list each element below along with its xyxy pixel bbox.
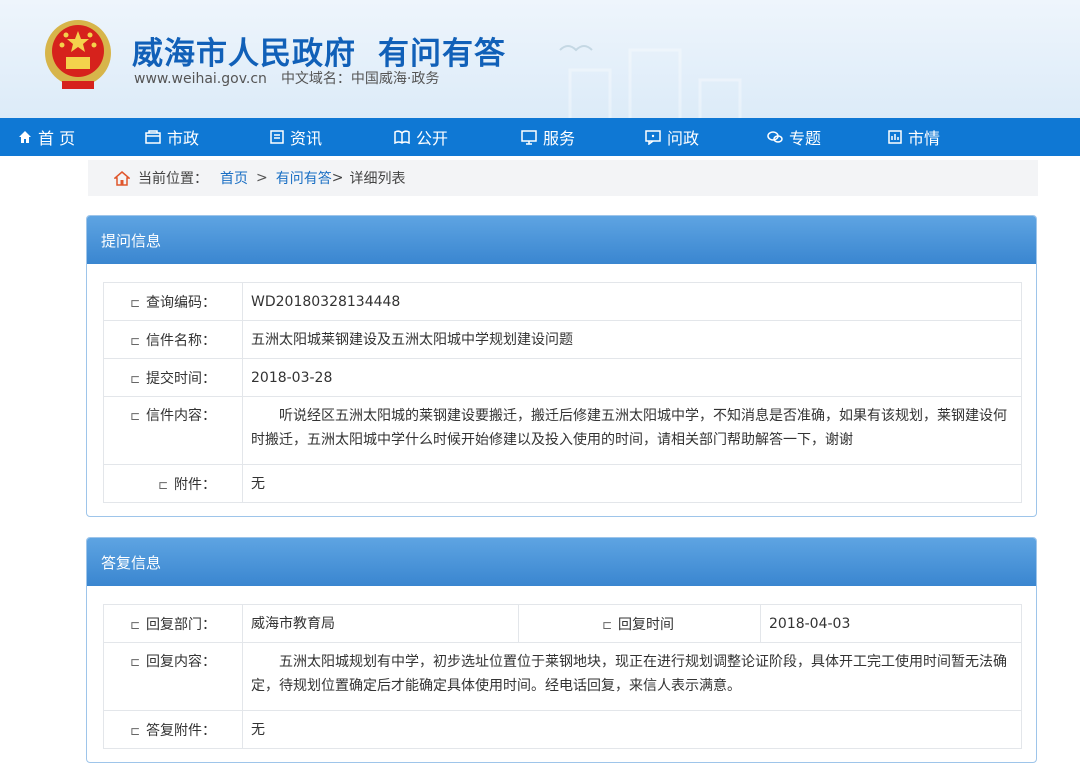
label-text: 提交时间： <box>146 370 216 387</box>
breadcrumb: 当前位置： 首页 > 有问有答 > 详细列表 <box>88 160 1038 196</box>
answer-table: ⊏ 回复部门： 威海市教育局 ⊏ 回复时间 2018-04-03 ⊏ 回复内容： 五洲… <box>103 604 1022 749</box>
section-title: 有问有答 <box>378 36 506 72</box>
chinese-domain: 中文域名：中国威海·政务 <box>280 71 440 87</box>
site-header: 威海市人民政府 有问有答 www.weihai.gov.cn 中文域名：中国威海·政… <box>0 0 1080 118</box>
national-emblem-icon <box>45 20 111 89</box>
nav-item-city-info[interactable]: 市情 <box>888 118 1008 156</box>
breadcrumb-home-link[interactable]: 首页 <box>220 168 248 188</box>
domain-url[interactable]: www.weihai.gov.cn <box>134 71 267 87</box>
table-row: ⊏ 回复部门： 威海市教育局 ⊏ 回复时间 2018-04-03 <box>103 604 1022 643</box>
building-icon <box>145 130 161 144</box>
submit-time-value: 2018-03-28 <box>242 358 1022 397</box>
chart-icon <box>888 130 902 144</box>
breadcrumb-prefix: 当前位置： <box>138 171 208 187</box>
main-nav: 首 页 市政 资讯 公开 服务 问政 专题 市情 <box>0 118 1080 156</box>
table-row: ⊏ 回复内容： 五洲太阳城规划有中学，初步选址位置位于莱钢地块，现正在进行规划调整… <box>103 642 1022 711</box>
nav-item-topics[interactable]: 专题 <box>767 118 888 156</box>
government-name: 威海市人民政府 <box>132 36 356 72</box>
row-marker-icon: ⊏ <box>129 617 140 632</box>
field-label: ⊏ 信件名称： <box>103 320 243 359</box>
field-label: ⊏ 答复附件： <box>103 710 243 749</box>
reply-time-value: 2018-04-03 <box>760 604 1022 643</box>
letter-title-value: 五洲太阳城莱钢建设及五洲太阳城中学规划建设问题 <box>242 320 1022 359</box>
reply-attachment-value: 无 <box>242 710 1022 749</box>
field-label: ⊏ 信件内容： <box>103 396 243 465</box>
answer-panel-heading: 答复信息 <box>87 538 1036 586</box>
nav-item-service[interactable]: 服务 <box>521 118 645 156</box>
building-decoration <box>559 45 742 118</box>
letter-content-value: 听说经区五洲太阳城的莱钢建设要搬迁，搬迁后修建五洲太阳城中学，不知消息是否准确，… <box>242 396 1022 465</box>
nav-item-open[interactable]: 公开 <box>394 118 521 156</box>
nav-label: 服务 <box>543 129 576 148</box>
row-marker-icon: ⊏ <box>129 295 140 310</box>
row-marker-icon: ⊏ <box>157 477 168 492</box>
field-label: ⊏ 附件： <box>103 464 243 503</box>
label-text: 附件： <box>174 476 216 493</box>
chat-bubbles-icon <box>767 131 783 143</box>
home-icon <box>114 170 130 186</box>
nav-label: 问政 <box>667 129 700 148</box>
question-panel: 提问信息 ⊏ 查询编码： WD20180328134448 ⊏ 信件名称： 五洲太阳… <box>86 215 1037 517</box>
question-table: ⊏ 查询编码： WD20180328134448 ⊏ 信件名称： 五洲太阳城莱钢建设… <box>103 282 1022 503</box>
nav-label: 首 页 <box>38 129 76 148</box>
breadcrumb-separator: > <box>256 170 268 186</box>
table-row: ⊏ 信件名称： 五洲太阳城莱钢建设及五洲太阳城中学规划建设问题 <box>103 320 1022 359</box>
table-row: ⊏ 提交时间： 2018-03-28 <box>103 358 1022 397</box>
nav-label: 专题 <box>789 129 822 148</box>
row-marker-icon: ⊏ <box>129 371 140 386</box>
row-marker-icon: ⊏ <box>601 617 612 632</box>
answer-panel: 答复信息 ⊏ 回复部门： 威海市教育局 ⊏ 回复时间 2018-04-03 ⊏ 回复内… <box>86 537 1037 763</box>
label-text: 回复时间 <box>618 616 674 633</box>
label-text: 回复内容： <box>146 654 216 670</box>
chat-monitor-icon <box>645 129 661 145</box>
monitor-icon <box>521 129 537 145</box>
query-code-value: WD20180328134448 <box>242 282 1022 321</box>
table-row: ⊏ 答复附件： 无 <box>103 710 1022 749</box>
site-title: 威海市人民政府 有问有答 <box>132 28 506 73</box>
field-label: ⊏ 提交时间： <box>103 358 243 397</box>
label-text: 回复部门： <box>146 616 216 633</box>
nav-item-home[interactable]: 首 页 <box>0 118 145 156</box>
home-icon <box>19 131 31 143</box>
site-url: www.weihai.gov.cn 中文域名：中国威海·政务 <box>134 68 439 88</box>
field-label: ⊏ 回复内容： <box>103 642 243 711</box>
table-row: ⊏ 信件内容： 听说经区五洲太阳城的莱钢建设要搬迁，搬迁后修建五洲太阳城中学，不知… <box>103 396 1022 465</box>
row-marker-icon: ⊏ <box>129 723 140 738</box>
row-marker-icon: ⊏ <box>129 655 140 669</box>
nav-label: 市情 <box>908 129 941 148</box>
label-text: 答复附件： <box>146 722 216 739</box>
nav-item-inquiry[interactable]: 问政 <box>645 118 767 156</box>
breadcrumb-separator: > <box>331 170 344 186</box>
label-text: 信件内容： <box>146 408 216 424</box>
reply-dept-value: 威海市教育局 <box>242 604 519 643</box>
reply-content-value: 五洲太阳城规划有中学，初步选址位置位于莱钢地块，现正在进行规划调整论证阶段，具体… <box>242 642 1022 711</box>
book-icon <box>394 130 410 144</box>
label-text: 查询编码： <box>146 294 216 311</box>
label-text: 信件名称： <box>146 332 216 349</box>
breadcrumb-current: 详细列表 <box>349 171 406 187</box>
table-row: ⊏ 查询编码： WD20180328134448 <box>103 282 1022 321</box>
nav-label: 市政 <box>167 129 200 148</box>
row-marker-icon: ⊏ <box>129 333 140 348</box>
field-label: ⊏ 查询编码： <box>103 282 243 321</box>
attachment-value: 无 <box>242 464 1022 503</box>
nav-label: 公开 <box>416 129 449 148</box>
nav-item-municipal[interactable]: 市政 <box>145 118 270 156</box>
news-icon <box>270 130 284 144</box>
question-panel-heading: 提问信息 <box>87 216 1036 264</box>
field-label: ⊏ 回复时间 <box>518 604 761 643</box>
breadcrumb-section-link[interactable]: 有问有答 <box>276 168 332 188</box>
field-label: ⊏ 回复部门： <box>103 604 243 643</box>
nav-label: 资讯 <box>290 129 323 148</box>
table-row: ⊏ 附件： 无 <box>103 464 1022 503</box>
row-marker-icon: ⊏ <box>129 409 140 423</box>
nav-item-news[interactable]: 资讯 <box>270 118 394 156</box>
